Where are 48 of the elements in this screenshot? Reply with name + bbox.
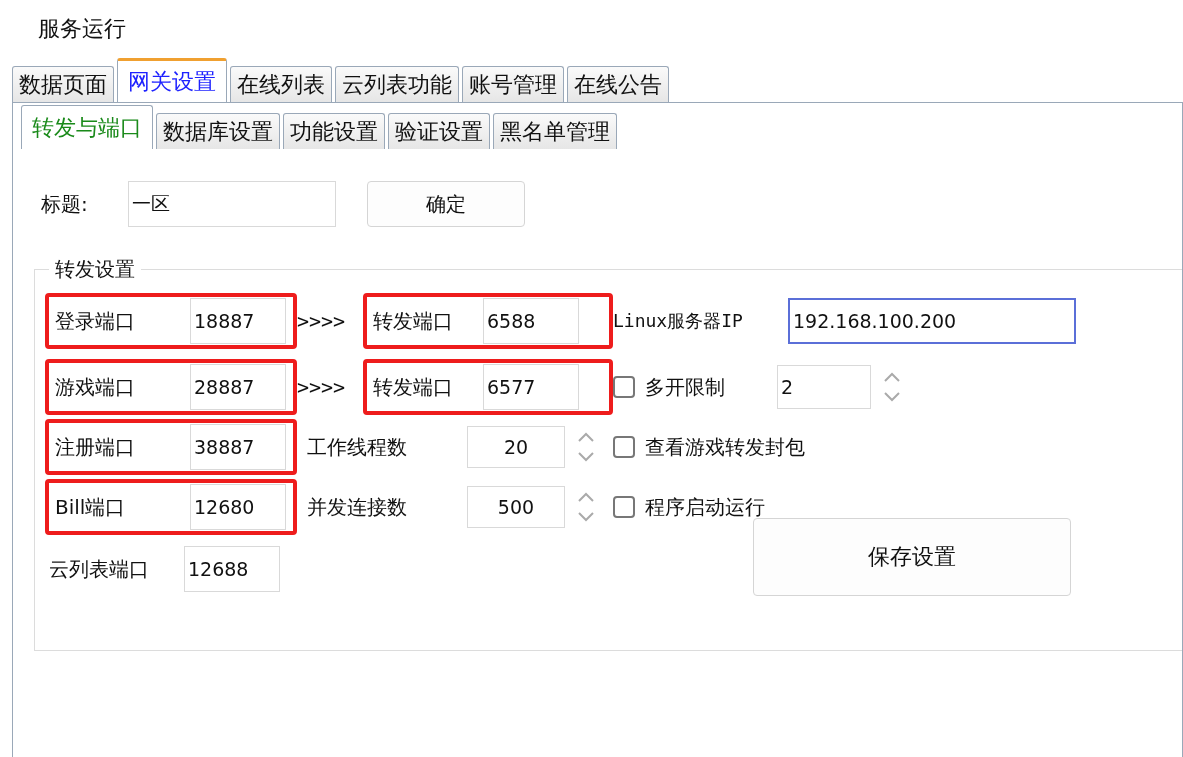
input-field[interactable]: 一区: [127, 181, 336, 227]
tab[interactable]: 账号管理: [462, 66, 564, 102]
input-field[interactable]: 12680: [190, 484, 286, 530]
input-field[interactable]: 12688: [184, 546, 280, 592]
checkbox[interactable]: [613, 496, 635, 518]
field-label: 云列表端口: [49, 555, 150, 583]
field-label: Linux服务器IP: [613, 309, 744, 333]
field-label: 标题:: [41, 190, 88, 218]
checkbox-label: 查看游戏转发封包: [645, 433, 805, 461]
tab[interactable]: 数据页面: [12, 66, 114, 102]
tab[interactable]: 数据库设置: [156, 113, 280, 149]
input-field[interactable]: 6577: [483, 364, 579, 410]
checkbox[interactable]: [613, 376, 635, 398]
field-label: 转发端口: [373, 307, 454, 335]
spin-arrows-icon[interactable]: [881, 370, 903, 404]
tab[interactable]: 验证设置: [388, 113, 490, 149]
input-field[interactable]: 38887: [190, 424, 286, 470]
arrow-text: >>>>: [297, 375, 347, 399]
checkbox-label: 程序启动运行: [645, 493, 765, 521]
spin-arrows-icon[interactable]: [575, 490, 597, 524]
input-field[interactable]: 192.168.100.200: [788, 298, 1076, 344]
field-label: 转发端口: [373, 373, 454, 401]
field-label: 注册端口: [55, 433, 136, 461]
checkbox-label: 多开限制: [645, 373, 725, 401]
field-label: 登录端口: [55, 307, 136, 335]
tab[interactable]: 在线公告: [567, 66, 669, 102]
tab[interactable]: 云列表功能: [335, 66, 459, 102]
checkbox[interactable]: [613, 436, 635, 458]
input-field[interactable]: 28887: [190, 364, 286, 410]
field-label: 工作线程数: [307, 433, 408, 461]
tab[interactable]: 黑名单管理: [493, 113, 617, 149]
input-field[interactable]: 18887: [190, 298, 286, 344]
window-title: 服务运行: [37, 15, 127, 43]
tab[interactable]: 在线列表: [230, 66, 332, 102]
spin-arrows-icon[interactable]: [575, 430, 597, 464]
field-label: Bill端口: [55, 493, 127, 521]
tab[interactable]: 功能设置: [283, 113, 385, 149]
number-field[interactable]: 500: [467, 486, 565, 528]
tab[interactable]: 转发与端口: [21, 105, 153, 149]
confirm-button[interactable]: 确定: [366, 181, 525, 227]
number-field[interactable]: 20: [467, 426, 565, 468]
save-button[interactable]: 保存设置: [753, 518, 1071, 596]
arrow-text: >>>>: [297, 309, 347, 333]
field-label: 并发连接数: [307, 493, 408, 521]
tab[interactable]: 网关设置: [117, 58, 227, 102]
input-field[interactable]: 6588: [483, 298, 579, 344]
number-field[interactable]: 2: [777, 365, 871, 409]
field-label: 游戏端口: [55, 373, 136, 401]
